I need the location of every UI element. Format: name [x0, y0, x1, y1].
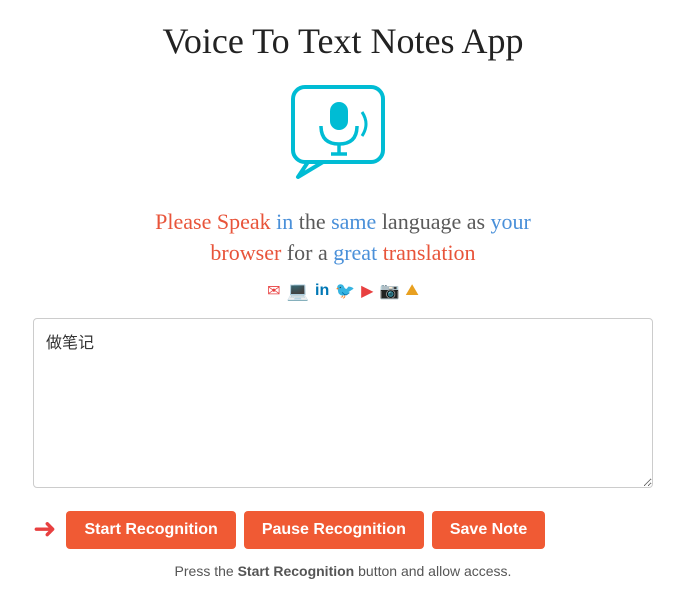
app-logo: [288, 82, 398, 187]
arrow-indicator: ➜: [33, 516, 56, 544]
page-title: Voice To Text Notes App: [163, 20, 524, 62]
notes-textarea[interactable]: 做笔记: [33, 318, 653, 488]
social-icons-row: ✉ 💻 in 🐦 ▶ 📷 ⛰: [267, 281, 419, 302]
save-note-button[interactable]: Save Note: [432, 511, 545, 549]
hint-suffix: button and allow access.: [354, 563, 511, 579]
hint-bold: Start Recognition: [238, 563, 355, 579]
pause-recognition-button[interactable]: Pause Recognition: [244, 511, 424, 549]
mountain-icon[interactable]: ⛰: [405, 282, 418, 300]
twitter-icon[interactable]: 🐦: [335, 281, 355, 301]
hint-text: Press the Start Recognition button and a…: [175, 563, 512, 579]
linkedin-icon[interactable]: in: [315, 282, 329, 300]
subtitle: Please Speak in the same language as you…: [155, 207, 531, 269]
hint-prefix: Press the: [175, 563, 238, 579]
notes-textarea-container: 做笔记: [33, 318, 653, 493]
email-icon[interactable]: ✉: [267, 281, 280, 301]
start-recognition-button[interactable]: Start Recognition: [66, 511, 235, 549]
right-arrow-icon: ➜: [33, 516, 56, 544]
github-icon[interactable]: 💻: [287, 281, 309, 302]
youtube-icon[interactable]: ▶: [361, 281, 373, 301]
buttons-row: ➜ Start Recognition Pause Recognition Sa…: [33, 511, 653, 549]
instagram-icon[interactable]: 📷: [379, 281, 399, 301]
